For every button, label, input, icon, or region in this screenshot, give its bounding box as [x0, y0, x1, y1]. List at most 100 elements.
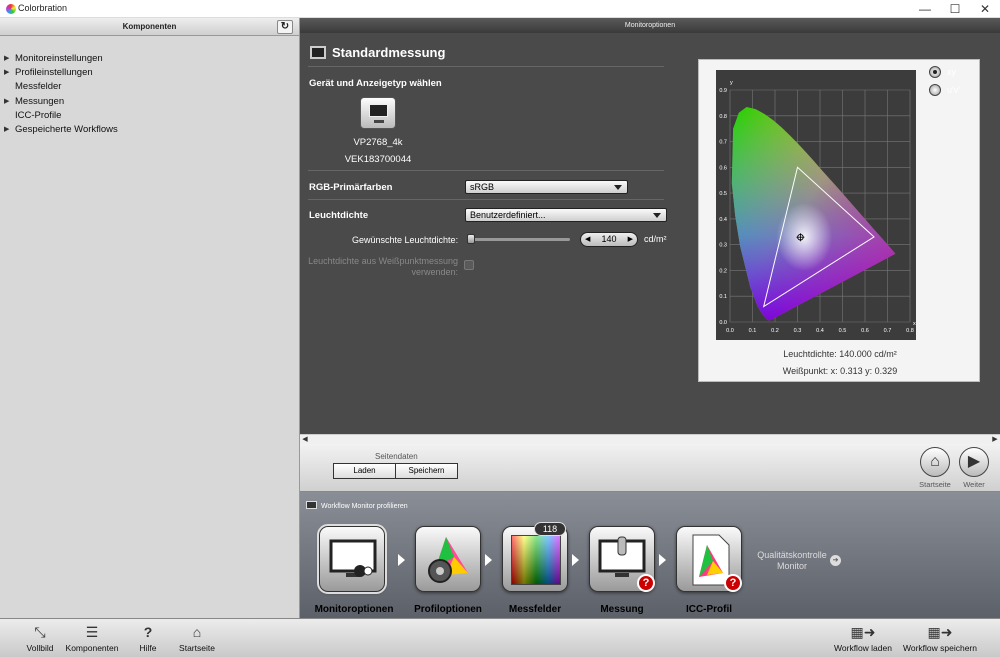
home-icon: ⌂ — [192, 624, 202, 640]
y-tick-label: 0.0 — [719, 320, 727, 326]
luminance-readout: Leuchtdichte: 140.000 cd/m² — [783, 349, 897, 359]
arrow-right-icon[interactable]: ➔ — [830, 555, 841, 566]
expand-arrow-icon[interactable]: ▶ — [4, 123, 9, 137]
bottom-toolbar: ⤡ Vollbild ☰ Komponenten ? Hilfe ⌂ Startseit… — [0, 618, 1000, 657]
app-icon — [6, 4, 16, 14]
tree-item-messfelder[interactable]: Messfelder — [0, 80, 299, 94]
tree-item-messungen[interactable]: ▶ Messungen — [0, 95, 299, 109]
divider — [308, 199, 664, 200]
divider — [308, 170, 664, 171]
refresh-icon[interactable]: ↻ — [277, 20, 293, 34]
scroll-right-icon[interactable]: ▶ — [990, 435, 1000, 444]
whitepoint-luminance-checkbox[interactable] — [464, 260, 474, 270]
monitor-icon — [306, 501, 317, 509]
luminance-stepper[interactable]: ◀ 140 ▶ — [580, 232, 638, 247]
components-tree: ▶ Monitoreinstellungen ▶ Profileinstellung… — [0, 36, 299, 137]
patch-count-badge: 118 — [534, 522, 566, 536]
device-monitor-icon[interactable] — [360, 97, 396, 129]
x-tick-label: 0.7 — [884, 328, 892, 334]
window-title: Colorbration — [18, 3, 68, 13]
luminance-slider-handle[interactable] — [467, 234, 475, 244]
rgb-primaries-label: RGB-Primärfarben — [309, 182, 393, 193]
cie-chromaticity-chart: 0.0 0.1 0.2 0.3 0.4 0.5 0.6 0.7 0.8 0.9 0.8 0.7 0.6 0… — [716, 70, 916, 340]
y-tick-label: 0.5 — [719, 191, 727, 197]
radio-xy-label: xy — [947, 67, 956, 77]
workflow-step-monitor-options[interactable] — [317, 524, 387, 594]
close-button[interactable]: ✕ — [970, 0, 1000, 18]
next-button[interactable]: ▶ — [959, 447, 989, 477]
tree-item-icc-profile[interactable]: ICC-Profile — [0, 109, 299, 123]
components-button[interactable]: ☰ Komponenten — [62, 623, 122, 653]
home-toolbar-button[interactable]: ⌂ Startseite — [174, 623, 220, 653]
section-title: Standardmessung — [310, 45, 445, 65]
tree-item-monitoreinstellungen[interactable]: ▶ Monitoreinstellungen — [0, 52, 299, 66]
expand-arrow-icon[interactable]: ▶ — [4, 66, 9, 80]
title-bar: Colorbration — ☐ ✕ — [0, 0, 1000, 18]
workflow-arrow — [485, 554, 492, 566]
y-tick-label: 0.4 — [719, 217, 727, 223]
radio-xy[interactable] — [929, 66, 941, 78]
x-tick-label: 0.4 — [816, 328, 824, 334]
rgb-primaries-dropdown[interactable]: sRGB — [465, 180, 628, 194]
radio-uv[interactable] — [929, 84, 941, 96]
horizontal-scrollbar[interactable]: ◀ ▶ — [300, 434, 1000, 444]
quality-check-link[interactable]: Qualitätskontrolle Monitor — [752, 550, 832, 572]
device-name: VP2768_4k — [353, 137, 403, 148]
scroll-left-icon[interactable]: ◀ — [300, 435, 310, 444]
chevron-down-icon — [653, 213, 661, 218]
y-tick-label: 0.7 — [719, 140, 727, 146]
components-panel-header: Komponenten ↻ — [0, 18, 299, 36]
whitepoint-readout: Weißpunkt: x: 0.313 y: 0.329 — [782, 366, 898, 376]
fullscreen-button[interactable]: ⤡ Vollbild — [22, 623, 58, 653]
components-panel: Komponenten ↻ ▶ Monitoreinstellungen ▶ Pro… — [0, 18, 300, 618]
x-axis-label: x — [913, 321, 916, 327]
expand-arrow-icon[interactable]: ▶ — [4, 95, 9, 109]
tree-item-profileinstellungen[interactable]: ▶ Profileinstellungen — [0, 66, 299, 80]
play-icon: ▶ — [967, 453, 981, 470]
x-tick-label: 0.1 — [749, 328, 757, 334]
device-heading: Gerät und Anzeigetyp wählen — [309, 78, 442, 89]
list-icon: ☰ — [85, 624, 99, 640]
load-button[interactable]: Laden — [333, 463, 396, 479]
load-workflow-button[interactable]: ▦➜ Workflow laden — [830, 623, 896, 653]
workflow-panel: Workflow Monitor profilieren 118 ? ? Qua… — [300, 492, 1000, 618]
save-button[interactable]: Speichern — [395, 463, 458, 479]
maximize-button[interactable]: ☐ — [940, 0, 970, 18]
minimize-button[interactable]: — — [910, 0, 940, 18]
luminance-unit: cd/m² — [644, 234, 667, 244]
y-tick-label: 0.6 — [719, 165, 727, 171]
y-tick-label: 0.2 — [719, 268, 727, 274]
luminance-slider-track[interactable] — [470, 238, 570, 241]
monitor-icon — [310, 46, 326, 59]
profile-gear-icon — [428, 537, 468, 583]
next-button-label: Weiter — [963, 480, 985, 489]
workflow-step-label: Messfelder — [508, 604, 562, 615]
y-axis-label: y — [730, 80, 733, 86]
help-button[interactable]: ? Hilfe — [132, 623, 164, 653]
workflow-step-label: Monitoroptionen — [314, 604, 394, 615]
warning-icon: ? — [724, 574, 742, 592]
decrement-icon[interactable]: ◀ — [585, 233, 590, 246]
load-workflow-icon: ▦➜ — [850, 624, 876, 640]
expand-arrow-icon[interactable]: ▶ — [4, 52, 9, 66]
x-tick-label: 0.2 — [771, 328, 779, 334]
whitepoint-luminance-label: Leuchtdichte aus Weißpunktmessung verwen… — [308, 256, 458, 277]
home-button[interactable]: ⌂ — [920, 447, 950, 477]
save-workflow-button[interactable]: ▦➜ Workflow speichern — [900, 623, 980, 653]
luminance-label: Leuchtdichte — [309, 210, 369, 221]
y-tick-label: 0.1 — [719, 294, 727, 300]
home-button-label: Startseite — [919, 480, 951, 489]
desired-luminance-label: Gewünschte Leuchtdichte: — [352, 235, 459, 245]
workflow-arrow — [398, 554, 405, 566]
device-serial: VEK183700044 — [344, 154, 412, 165]
warning-icon: ? — [637, 574, 655, 592]
workflow-arrow — [659, 554, 666, 566]
x-tick-label: 0.0 — [726, 328, 734, 334]
increment-icon[interactable]: ▶ — [628, 233, 633, 246]
y-tick-label: 0.8 — [719, 114, 727, 120]
workflow-step-profile-options[interactable] — [415, 526, 481, 592]
tree-item-gespeicherte-workflows[interactable]: ▶ Gespeicherte Workflows — [0, 123, 299, 137]
monitor-options-panel: Monitoroptionen Standardmessung Gerät un… — [300, 18, 1000, 434]
radio-uv-label: u'v' — [947, 85, 960, 95]
luminance-dropdown[interactable]: Benutzerdefiniert... — [465, 208, 667, 222]
